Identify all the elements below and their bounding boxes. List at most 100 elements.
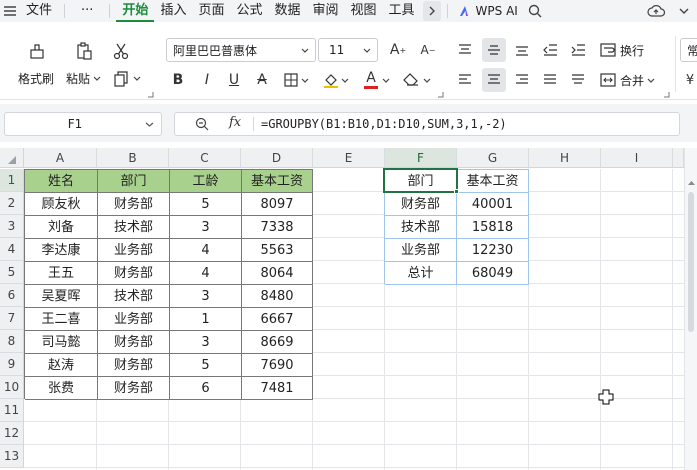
font-color-button[interactable]: A [362,68,380,90]
cut-icon[interactable] [110,40,132,62]
table-header-name[interactable]: 姓名 [25,170,98,193]
strikethrough-button[interactable]: A [254,70,270,90]
decrease-indent-icon[interactable] [540,40,560,60]
number-format-select[interactable]: 常 [680,38,697,62]
chevron-down-icon[interactable] [679,8,689,14]
column-header-i[interactable]: I [601,148,673,168]
wrap-text-icon[interactable] [598,40,618,60]
row-header-3[interactable]: 3 [0,215,24,238]
justify-icon[interactable] [540,70,560,90]
paste-label[interactable]: 粘贴 [66,70,90,87]
result-cell[interactable]: 15818 [457,216,529,239]
distributed-icon[interactable] [568,70,588,90]
align-top-icon[interactable] [455,40,475,60]
row-header-10[interactable]: 10 [0,376,24,399]
row-header-11[interactable]: 11 [0,399,24,422]
chevron-down-icon[interactable] [341,76,349,84]
border-icon[interactable] [282,70,300,90]
tab-formula[interactable]: 公式 [230,0,268,22]
fill-color-icon[interactable] [322,70,340,90]
result-cell[interactable]: 总计 [385,262,457,285]
wrap-text-label[interactable]: 换行 [620,42,644,59]
table-cell[interactable]: 4 [170,239,242,262]
table-cell[interactable]: 6 [170,377,242,400]
cloud-upload-icon[interactable] [647,4,665,18]
table-cell[interactable]: 7690 [242,354,313,377]
row-header-6[interactable]: 6 [0,284,24,307]
result-cell[interactable]: 技术部 [385,216,457,239]
row-header-12[interactable]: 12 [0,422,24,445]
bold-button[interactable]: B [170,70,186,90]
tab-review[interactable]: 审阅 [307,0,345,22]
format-painter-label[interactable]: 格式刷 [18,70,54,87]
table-header-dept[interactable]: 部门 [98,170,170,193]
row-header-1[interactable]: 1 [0,169,24,192]
table-cell[interactable]: 财务部 [98,354,170,377]
row-header-13[interactable]: 13 [0,445,24,468]
chevron-down-icon[interactable] [382,76,390,84]
table-cell[interactable]: 王五 [25,262,98,285]
vertical-scrollbar[interactable] [684,148,697,470]
select-all-corner[interactable] [0,148,24,168]
fill-handle[interactable] [454,189,459,194]
align-bottom-icon[interactable] [512,40,532,60]
row-header-8[interactable]: 8 [0,330,24,353]
search-icon[interactable] [528,4,542,18]
table-cell[interactable]: 财务部 [98,331,170,354]
row-header-9[interactable]: 9 [0,353,24,376]
result-header-salary[interactable]: 基本工资 [457,170,529,193]
paste-icon[interactable] [73,40,95,62]
table-cell[interactable]: 顾友秋 [25,193,98,216]
align-middle-icon[interactable] [482,38,506,62]
table-cell[interactable]: 李达康 [25,239,98,262]
dialog-launcher-icon[interactable] [436,90,444,98]
table-cell[interactable]: 5 [170,193,242,216]
table-cell[interactable]: 3 [170,285,242,308]
row-header-4[interactable]: 4 [0,238,24,261]
column-header-g[interactable]: G [457,148,529,168]
column-header-b[interactable]: B [97,148,169,168]
table-cell[interactable]: 5563 [242,239,313,262]
menu-more[interactable]: ··· [71,0,103,22]
table-cell[interactable]: 8097 [242,193,313,216]
merge-cells-label[interactable]: 合并 [620,72,644,89]
eraser-icon[interactable] [402,70,420,90]
decrease-font-icon[interactable]: A − [418,40,438,60]
table-cell[interactable]: 王二喜 [25,308,98,331]
table-cell[interactable]: 刘备 [25,216,98,239]
copy-icon[interactable] [110,68,132,90]
column-header-h[interactable]: H [529,148,601,168]
currency-icon[interactable]: ¥ [682,70,697,90]
formula-text[interactable]: =GROUPBY(B1:B10,D1:D10,SUM,3,1,-2) [261,114,507,134]
row-header-5[interactable]: 5 [0,261,24,284]
font-size-select[interactable]: 11 [318,38,378,62]
hamburger-icon[interactable] [0,0,20,22]
table-cell[interactable]: 张费 [25,377,98,400]
align-right-icon[interactable] [512,70,532,90]
table-cell[interactable]: 吴夏晖 [25,285,98,308]
table-cell[interactable]: 4 [170,262,242,285]
menu-file[interactable]: 文件 [20,0,58,22]
chevron-right-icon[interactable] [422,1,441,21]
table-cell[interactable]: 7338 [242,216,313,239]
column-header-f[interactable]: F [385,148,457,168]
table-cell[interactable]: 7481 [242,377,313,400]
table-cell[interactable]: 赵涛 [25,354,98,377]
wps-ai-button[interactable]: WPS AI [470,0,524,22]
table-header-years[interactable]: 工龄 [170,170,242,193]
scroll-up-icon[interactable] [688,180,695,185]
column-header-e[interactable]: E [313,148,385,168]
result-cell[interactable]: 68049 [457,262,529,285]
font-name-select[interactable]: 阿里巴巴普惠体 [166,38,316,62]
table-cell[interactable]: 3 [170,331,242,354]
dialog-launcher-icon[interactable] [662,90,670,98]
tab-tools[interactable]: 工具 [383,0,421,22]
tab-page[interactable]: 页面 [192,0,230,22]
zoom-formula-icon[interactable] [195,117,209,134]
column-header-c[interactable]: C [169,148,241,168]
result-cell[interactable]: 财务部 [385,193,457,216]
table-cell[interactable]: 8669 [242,331,313,354]
format-painter-icon[interactable] [26,40,48,62]
chevron-down-icon[interactable] [301,76,309,84]
table-cell[interactable]: 6667 [242,308,313,331]
